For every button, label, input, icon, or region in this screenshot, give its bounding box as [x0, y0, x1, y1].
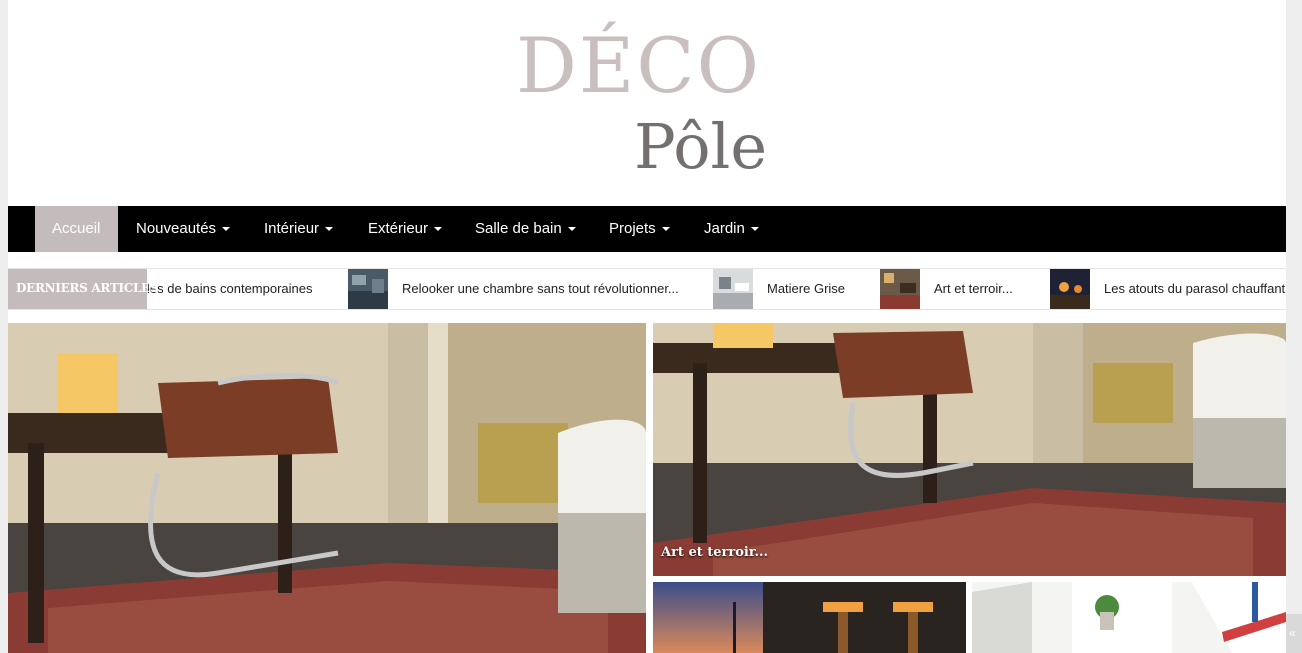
site-header: DÉCO Pôle [8, 0, 1286, 206]
nav-item-interieur[interactable]: Intérieur [247, 206, 350, 252]
nav-label: Salle de bain [475, 220, 562, 237]
caret-down-icon [750, 227, 759, 232]
logo-word-pole: Pôle [634, 110, 768, 183]
nav-item-jardin[interactable]: Jardin [687, 206, 776, 252]
bedroom-desk-photo [8, 323, 646, 653]
nav-label: Intérieur [264, 220, 320, 237]
terrace-heater-photo [653, 582, 966, 653]
logo-word-deco: DÉCO [516, 21, 761, 110]
nav-label: Extérieur [368, 220, 429, 237]
nav-label: Jardin [704, 220, 745, 237]
caret-down-icon [567, 227, 576, 232]
ticker-item[interactable]: Relooker une chambre sans tout révolutio… [402, 269, 679, 309]
nav-item-nouveautes[interactable]: Nouveautés [119, 206, 247, 252]
ticker-label: DERNIERS ARTICLES [8, 269, 159, 309]
ticker-thumbnail[interactable] [348, 269, 388, 309]
scroll-to-top-button[interactable]: « [1286, 614, 1302, 653]
ticker-item[interactable]: Matiere Grise [767, 269, 845, 309]
nav-label: Nouveautés [136, 220, 217, 237]
caret-down-icon [325, 227, 334, 232]
nav-item-accueil[interactable]: Accueil [35, 206, 118, 252]
page: DÉCO Pôle Accueil Nouveautés Intérieur E… [8, 0, 1286, 653]
featured-caption: Art et terroir... [661, 545, 769, 560]
main-nav: Accueil Nouveautés Intérieur Extérieur S… [8, 206, 1286, 252]
nav-item-exterieur[interactable]: Extérieur [351, 206, 459, 252]
ticker-thumbnail[interactable] [880, 269, 920, 309]
ticker-thumbnail[interactable] [713, 269, 753, 309]
nav-label: Accueil [52, 220, 101, 237]
latest-articles-ticker: DERNIERS ARTICLES les de bains contempor… [8, 268, 1286, 310]
featured-article-large[interactable] [8, 323, 646, 653]
ticker-item[interactable]: Art et terroir... [934, 269, 1013, 309]
featured-article-bottom-left[interactable] [653, 582, 966, 653]
caret-down-icon [661, 227, 670, 232]
nav-item-salle-de-bain[interactable]: Salle de bain [458, 206, 593, 252]
chevron-up-icon: « [1289, 626, 1296, 640]
site-logo[interactable]: DÉCO Pôle [516, 28, 786, 188]
caret-down-icon [222, 227, 231, 232]
ticker-thumbnail[interactable] [1050, 269, 1090, 309]
caret-down-icon [434, 227, 443, 232]
ticker-item[interactable]: les de bains contemporaines [147, 269, 313, 309]
ticker-item[interactable]: Les atouts du parasol chauffant [1104, 269, 1285, 309]
staircase-photo [972, 582, 1286, 653]
nav-item-projets[interactable]: Projets [592, 206, 687, 252]
featured-article-bottom-right[interactable] [972, 582, 1286, 653]
bedroom-desk-photo [653, 323, 1286, 576]
featured-article-top-right[interactable]: Art et terroir... [653, 323, 1286, 576]
nav-label: Projets [609, 220, 656, 237]
